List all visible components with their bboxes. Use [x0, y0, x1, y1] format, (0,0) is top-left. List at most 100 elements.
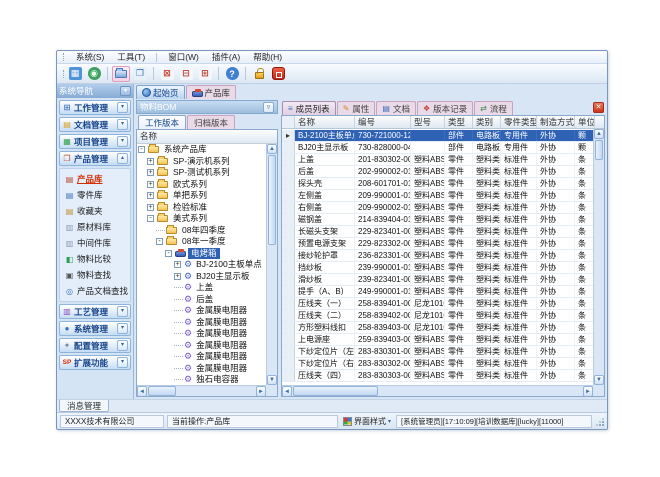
table-row[interactable]: 预置电源支架229-823302-00X塑料ABS零件塑料类标准件外协条	[282, 238, 593, 250]
tab-version-history[interactable]: ❖版本记录	[417, 101, 473, 115]
column-header[interactable]: 名称	[295, 116, 355, 128]
tree-node[interactable]: +⚙BJ20主显示板	[138, 271, 266, 283]
table-row[interactable]: 上盖201-830302-00X塑料ABS零件塑料类标准件外协条	[282, 154, 593, 166]
sidebar-group-work-mgmt[interactable]: ⊞工作管理▾	[59, 100, 131, 115]
tree-node[interactable]: +检验标准	[138, 202, 266, 214]
table-row[interactable]: 压线夹（四）283-830303-00X塑料ABS零件塑料类标准件外协条	[282, 370, 593, 382]
expander-icon[interactable]: +	[174, 261, 181, 268]
sidebar-group-project-mgmt[interactable]: ▦项目管理▾	[59, 134, 131, 149]
tab-product-library[interactable]: 产品库	[186, 85, 237, 99]
tree-node[interactable]: +SP-演示机系列	[138, 156, 266, 168]
scroll-thumb[interactable]	[595, 140, 603, 160]
table-row[interactable]: 挡纱板239-990001-01X塑料ABS零件塑料类标准件外协条	[282, 262, 593, 274]
tab-working-version[interactable]: 工作版本	[138, 115, 186, 129]
sidebar-item-product-doc-search[interactable]: ◎产品文档查找	[65, 283, 130, 299]
table-row[interactable]: 磁钢盖214-839404-01X塑料ABS零件塑料类标准件外协条	[282, 214, 593, 226]
tree-node[interactable]: -电烤箱	[138, 248, 266, 260]
close-all-windows-icon[interactable]: ⊞	[196, 66, 214, 82]
sidebar-item-intermediate-library[interactable]: ▥中间件库	[65, 235, 130, 251]
expander-icon[interactable]: +	[174, 273, 181, 280]
tab-workflow[interactable]: ⇄流程	[474, 101, 513, 115]
horizontal-scrollbar[interactable]: ◄►	[282, 385, 593, 396]
desktop-icon[interactable]: ▦	[66, 66, 84, 82]
sidebar-item-part-library[interactable]: ▤零件库	[65, 187, 130, 203]
tab-message-mgmt[interactable]: 消息管理	[59, 400, 109, 412]
tree-node[interactable]: 08年四季度	[138, 225, 266, 237]
menu-system[interactable]: 系统(S)	[74, 51, 106, 63]
exit-icon[interactable]	[269, 66, 287, 82]
scroll-up-arrow[interactable]: ▲	[594, 129, 604, 139]
sidebar-group-extension[interactable]: SP扩展功能▾	[59, 355, 131, 370]
table-row[interactable]: 方形塑料线扣258-839403-00X尼龙1010零件塑料类标准件外协条	[282, 322, 593, 334]
tree-node[interactable]: -美式系列	[138, 213, 266, 225]
table-row[interactable]: 右侧盖209-990002-01X塑料ABS零件塑料类标准件外协条	[282, 202, 593, 214]
scroll-left-arrow[interactable]: ◄	[282, 386, 292, 397]
lock-icon[interactable]	[250, 66, 268, 82]
close-other-windows-icon[interactable]: ⊟	[177, 66, 195, 82]
sidebar-item-raw-material-library[interactable]: ▥原材料库	[65, 219, 130, 235]
tree-node[interactable]: ⚙金属膜电阻器	[138, 317, 266, 329]
scroll-down-arrow[interactable]: ▼	[594, 375, 604, 385]
help-icon[interactable]: ?	[223, 66, 241, 82]
ui-style-picker[interactable]: 界面样式 ▾	[341, 416, 393, 427]
expander-icon[interactable]: -	[165, 250, 172, 257]
expander-icon[interactable]: +	[147, 204, 154, 211]
expander-icon[interactable]: -	[147, 215, 154, 222]
scroll-thumb[interactable]	[268, 155, 276, 245]
tree-node[interactable]: +SP-测试机系列	[138, 167, 266, 179]
horizontal-scrollbar[interactable]: ◄►	[137, 385, 266, 396]
scroll-right-arrow[interactable]: ►	[583, 386, 593, 397]
scroll-track[interactable]	[267, 246, 277, 375]
vertical-scrollbar[interactable]: ▲▼	[266, 144, 277, 385]
vertical-scrollbar[interactable]: ▲▼	[593, 129, 604, 385]
tab-start-page[interactable]: 起始页	[136, 85, 185, 99]
expander-icon[interactable]: +	[147, 158, 154, 165]
table-row[interactable]: BJ20主显示板730-828000-04X部件电路板专用件外协颗	[282, 142, 593, 154]
column-header[interactable]: 型号	[411, 116, 445, 128]
menu-tools[interactable]: 工具(T)	[115, 51, 147, 63]
tree-node[interactable]: -08年一季度	[138, 236, 266, 248]
column-header[interactable]: 零件类型	[501, 116, 537, 128]
column-header[interactable]: 类型	[445, 116, 473, 128]
table-row[interactable]: 上电源座259-839403-00X塑料ABS零件塑料类标准件外协条	[282, 334, 593, 346]
tab-documents[interactable]: ▤文档	[376, 101, 416, 115]
tree-node[interactable]: ⚙后盖	[138, 294, 266, 306]
table-row[interactable]: 下纱定位片（左）283-830301-00X塑料ABS零件塑料类标准件外协条	[282, 346, 593, 358]
expander-icon[interactable]: +	[147, 181, 154, 188]
scroll-left-arrow[interactable]: ◄	[137, 386, 147, 397]
menu-plugins[interactable]: 插件(A)	[210, 51, 242, 63]
tree-node[interactable]: +单把系列	[138, 190, 266, 202]
scroll-track[interactable]	[379, 386, 583, 396]
close-tab-button[interactable]: ✕	[593, 102, 604, 113]
table-row[interactable]: ▸BJ-2100主板单点730-721000-12X部件电路板专用件外协颗	[282, 130, 593, 142]
column-header[interactable]: 编号	[355, 116, 411, 128]
scroll-right-arrow[interactable]: ►	[256, 386, 266, 397]
tree-node[interactable]: ⚙金属膜电阻器	[138, 340, 266, 352]
table-row[interactable]: 长磁头支架229-823401-00X塑料ABS零件塑料类标准件外协条	[282, 226, 593, 238]
column-header[interactable]: 制造方式	[537, 116, 575, 128]
tab-member-list[interactable]: ≡成员列表	[282, 101, 336, 115]
table-row[interactable]: 左侧盖209-990001-01X塑料ABS零件塑料类标准件外协条	[282, 190, 593, 202]
expander-icon[interactable]: -	[138, 146, 145, 153]
sidebar-item-product-library[interactable]: ▤产品库	[65, 171, 130, 187]
scroll-track[interactable]	[594, 161, 604, 375]
column-header[interactable]: 单位	[575, 116, 595, 128]
scroll-thumb[interactable]	[148, 386, 176, 396]
sidebar-item-favorites[interactable]: ▤收藏夹	[65, 203, 130, 219]
expander-icon[interactable]: +	[147, 169, 154, 176]
tree-node[interactable]: ⚙金属膜电阻器	[138, 363, 266, 375]
tab-archived-version[interactable]: 归档版本	[187, 115, 235, 129]
table-row[interactable]: 接纱轮护罩236-823301-00X塑料ABS零件塑料类标准件外协条	[282, 250, 593, 262]
scroll-down-arrow[interactable]: ▼	[267, 375, 277, 385]
resize-grip[interactable]	[595, 417, 604, 426]
sidebar-item-material-compare[interactable]: ◧物料比较	[65, 251, 130, 267]
table-row[interactable]: 提手（A、B）249-990001-01X塑料ABS零件塑料类标准件外协条	[282, 286, 593, 298]
globe-icon[interactable]: ◉	[85, 66, 103, 82]
sidebar-group-doc-mgmt[interactable]: ▤文档管理▾	[59, 117, 131, 132]
pin-icon[interactable]: ▿	[263, 102, 274, 113]
sidebar-group-system-mgmt[interactable]: ●系统管理▾	[59, 321, 131, 336]
sidebar-menu-button[interactable]: ▾	[120, 86, 131, 96]
menu-help[interactable]: 帮助(H)	[251, 51, 284, 63]
tree-node[interactable]: ⚙金属膜电阻器	[138, 328, 266, 340]
expander-icon[interactable]: -	[156, 238, 163, 245]
